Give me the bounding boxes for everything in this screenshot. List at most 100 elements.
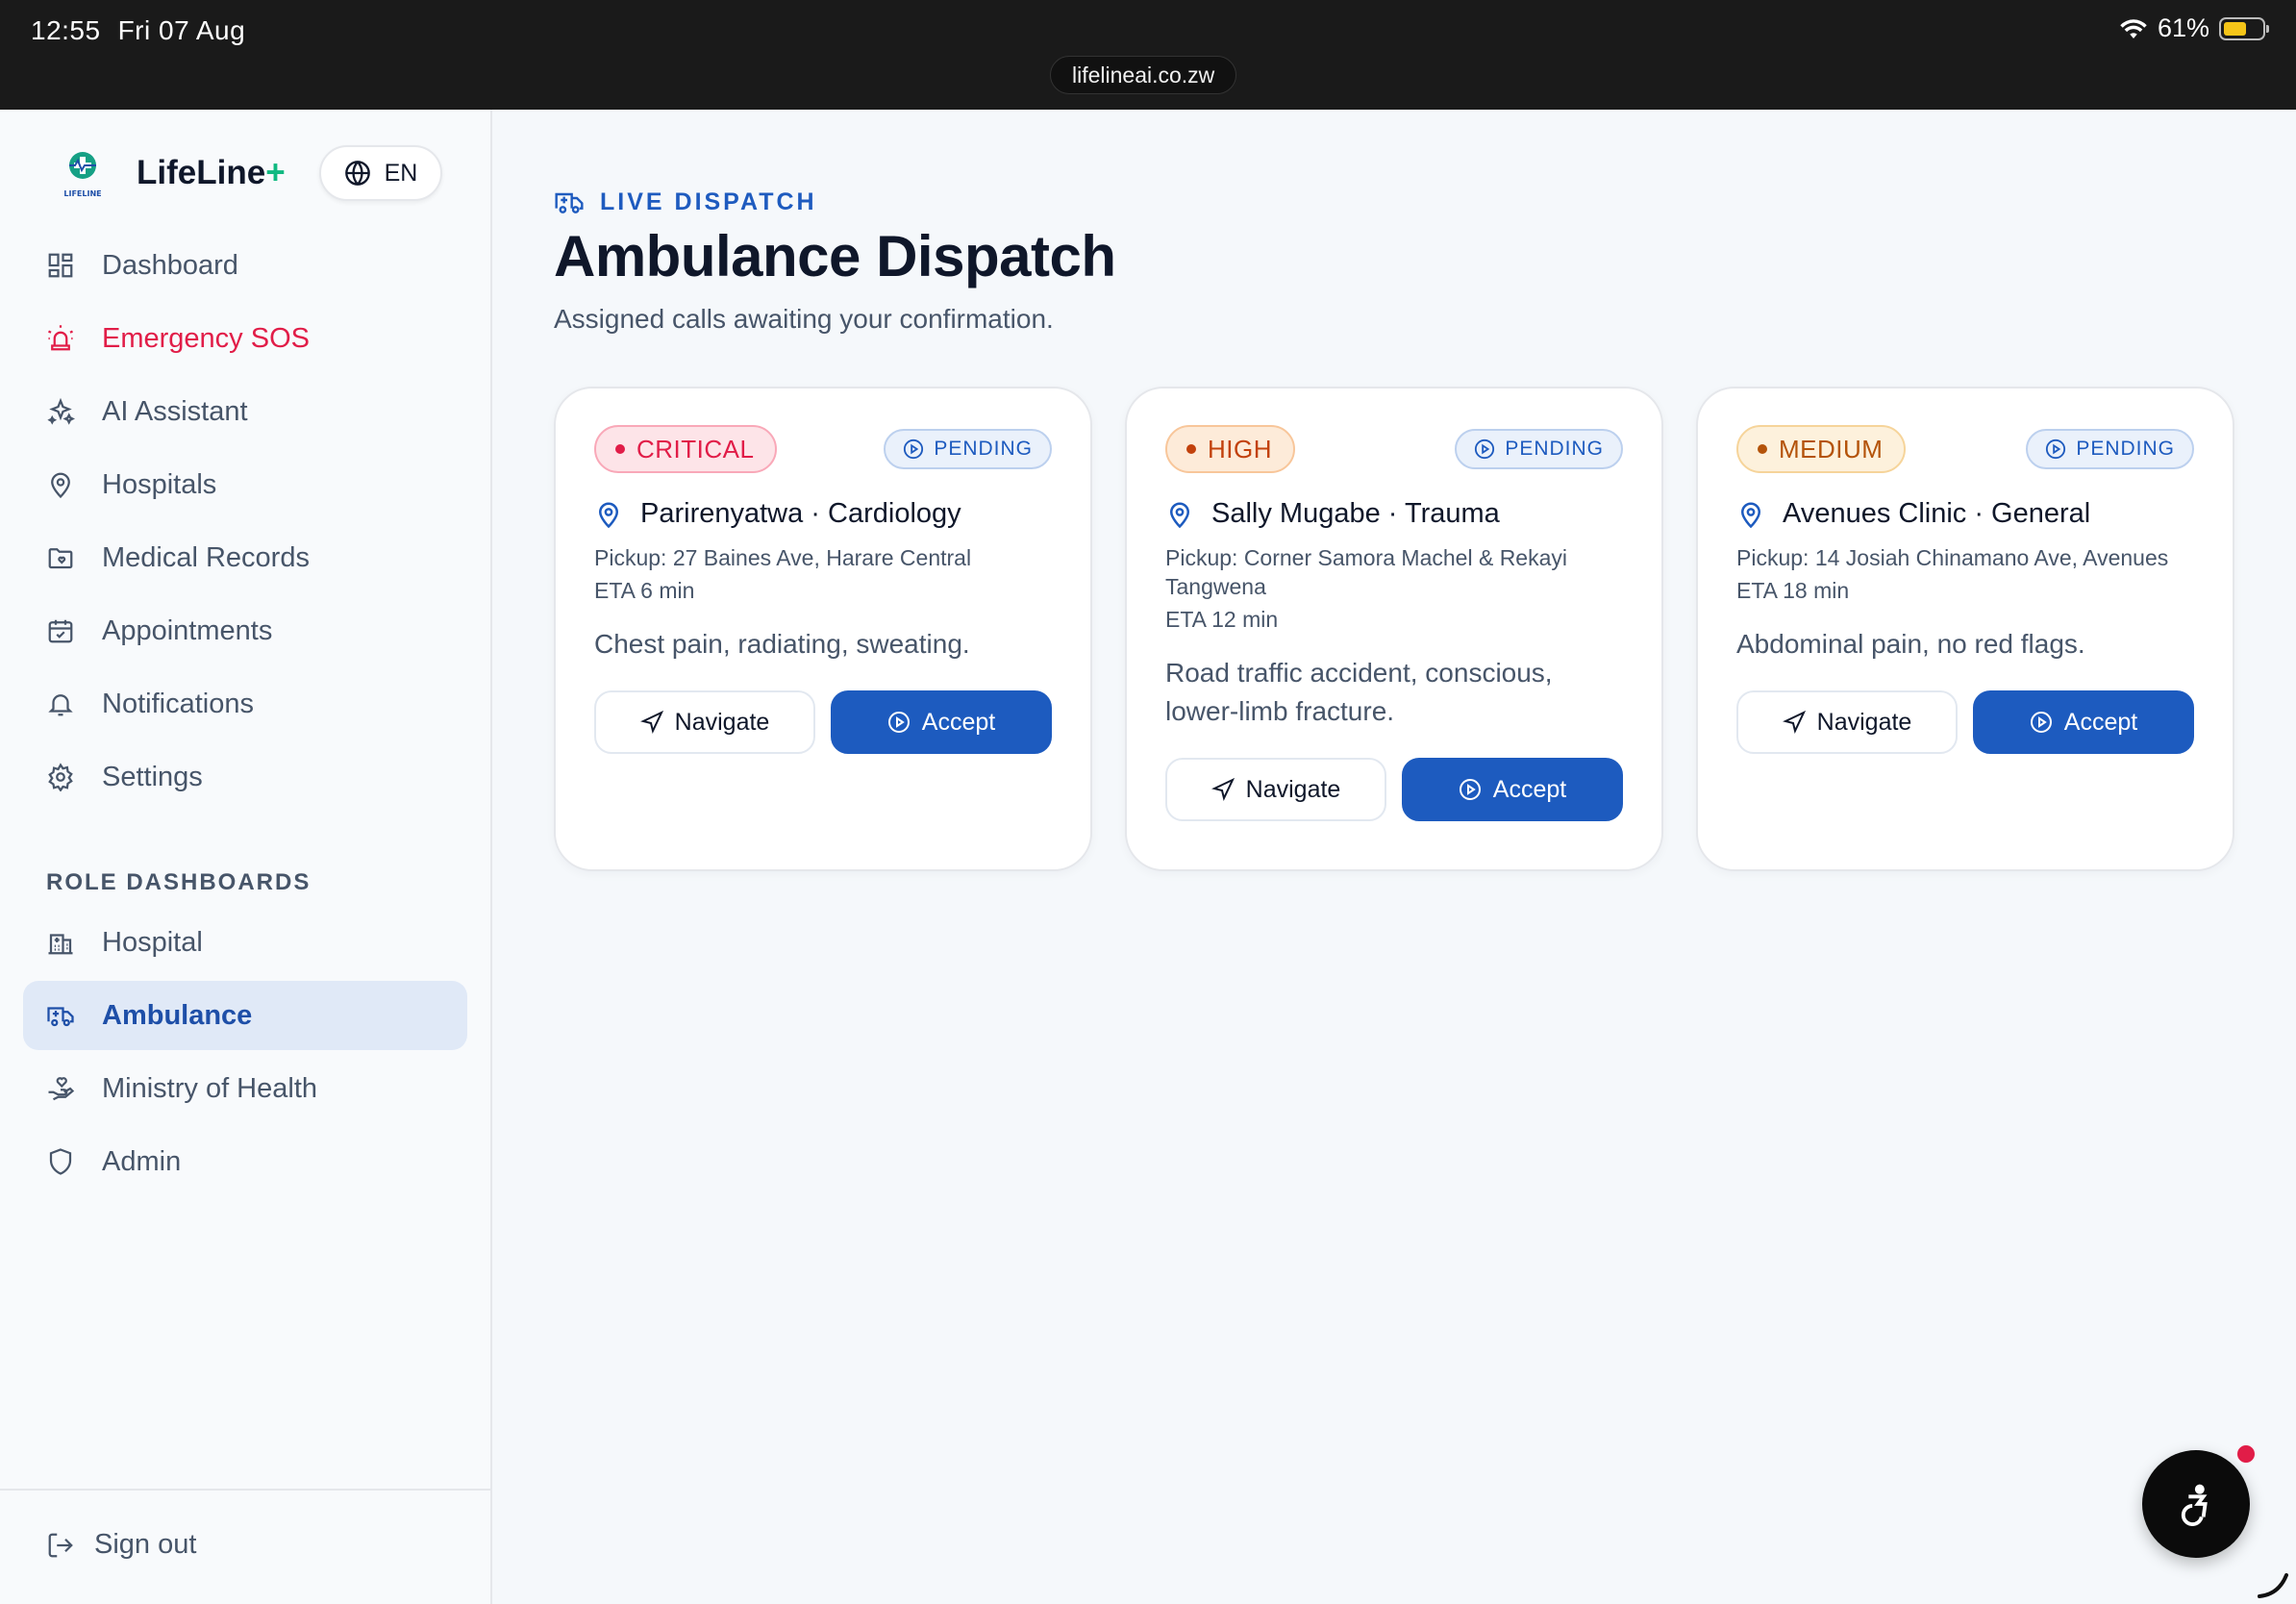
accept-button[interactable]: Accept <box>831 690 1052 754</box>
sidebar-item-label: Hospitals <box>102 468 217 500</box>
sidebar-item-label: Notifications <box>102 688 254 719</box>
main-content: LIVE DISPATCH Ambulance Dispatch Assigne… <box>492 110 2296 1604</box>
layout-grid-icon <box>48 253 73 278</box>
sidebar-item-label: Ambulance <box>102 999 253 1031</box>
battery-percent: 61% <box>2157 13 2209 42</box>
gear-icon <box>48 763 73 791</box>
ambulance-icon <box>555 192 584 213</box>
eta: ETA 18 min <box>1736 578 1850 603</box>
destination-label: Parirenyatwa · Cardiology <box>640 498 961 529</box>
navigate-button[interactable]: Navigate <box>1736 690 1958 754</box>
navigate-label: Navigate <box>1816 708 1912 736</box>
main-nav: Dashboard Emergency SOS AI Assistant Hos… <box>23 231 467 815</box>
sidebar-item-appointments[interactable]: Appointments <box>23 596 467 665</box>
map-pin-icon <box>1740 502 1761 528</box>
play-circle-icon <box>2046 439 2066 460</box>
sidebar-item-label: Medical Records <box>102 541 310 573</box>
navigation-icon <box>639 711 663 734</box>
page-subtitle: Assigned calls awaiting your confirmatio… <box>554 304 1054 334</box>
eta: ETA 6 min <box>594 578 695 603</box>
navigate-button[interactable]: Navigate <box>594 690 815 754</box>
dispatch-card: MEDIUM PENDING Avenues Clinic · General … <box>1696 387 2234 871</box>
log-out-icon <box>48 1533 73 1557</box>
pickup-address: Pickup: 27 Baines Ave, Harare Central <box>594 545 972 570</box>
sidebar-item-ministry-of-health[interactable]: Ministry of Health <box>23 1054 467 1123</box>
language-label: EN <box>384 159 418 187</box>
folder-heart-icon <box>48 548 73 569</box>
sidebar-item-label: Emergency SOS <box>102 322 310 354</box>
resize-handle-icon <box>2258 1573 2288 1598</box>
sidebar-item-label: Hospital <box>102 926 203 958</box>
sidebar-item-label: Settings <box>102 761 203 792</box>
status-bar: 12:55 Fri 07 Aug lifelineai.co.zw 61% <box>0 0 2296 110</box>
sidebar-item-admin[interactable]: Admin <box>23 1127 467 1196</box>
sidebar-item-dashboard[interactable]: Dashboard <box>23 231 467 300</box>
status-badge: PENDING <box>1455 429 1623 469</box>
call-description: Chest pain, radiating, sweating. <box>594 629 970 659</box>
address-bar[interactable]: lifelineai.co.zw <box>1050 56 1237 94</box>
battery-icon <box>2219 16 2269 40</box>
page-title: Ambulance Dispatch <box>554 224 1116 288</box>
sidebar-item-hospital[interactable]: Hospital <box>23 908 467 977</box>
eta: ETA 12 min <box>1165 607 1279 632</box>
sidebar-item-ambulance[interactable]: Ambulance <box>23 981 467 1050</box>
sparkles-icon <box>47 397 75 425</box>
severity-dot <box>615 444 625 454</box>
brand-name: LifeLine+ <box>137 154 286 192</box>
siren-icon <box>47 325 74 351</box>
sidebar-item-label: Dashboard <box>102 249 238 281</box>
navigate-label: Navigate <box>1245 775 1341 803</box>
play-circle-icon <box>1459 779 1481 800</box>
accept-label: Accept <box>1492 775 1567 803</box>
call-description: Road traffic accident, conscious, lower-… <box>1165 658 1553 726</box>
accept-button[interactable]: Accept <box>1402 758 1623 821</box>
status-indicators: 61% <box>2119 13 2269 43</box>
sidebar-item-label: AI Assistant <box>102 395 248 427</box>
sidebar-item-label: Appointments <box>102 614 273 646</box>
sidebar-item-notifications[interactable]: Notifications <box>23 669 467 739</box>
sidebar-item-settings[interactable]: Settings <box>23 742 467 812</box>
lifeline-logo: LIFELINE <box>54 144 112 202</box>
severity-label: HIGH <box>1208 434 1272 464</box>
sign-out-button[interactable]: Sign out <box>46 1529 196 1561</box>
page-eyebrow: LIVE DISPATCH <box>554 187 817 217</box>
navigate-button[interactable]: Navigate <box>1165 758 1386 821</box>
status-time: 12:55 Fri 07 Aug <box>31 15 245 46</box>
play-circle-icon <box>904 439 924 460</box>
navigation-icon <box>1210 778 1235 801</box>
wifi-icon <box>2120 18 2147 38</box>
sidebar-item-ai-assistant[interactable]: AI Assistant <box>23 377 467 446</box>
calendar-check-icon <box>48 619 73 643</box>
ambulance-icon <box>47 1007 74 1027</box>
role-dashboards-heading: ROLE DASHBOARDS <box>46 869 312 895</box>
destination-label: Sally Mugabe · Trauma <box>1211 498 1500 529</box>
map-pin-icon <box>1169 502 1190 528</box>
status-label: PENDING <box>2076 438 2175 460</box>
severity-badge: CRITICAL <box>594 425 778 473</box>
destination: Parirenyatwa · Cardiology <box>594 498 1052 530</box>
sidebar-item-emergency-sos[interactable]: Emergency SOS <box>23 304 467 373</box>
navigation-icon <box>1782 711 1806 734</box>
clock: 12:55 <box>31 15 101 45</box>
hospital-icon <box>48 934 73 955</box>
sidebar-footer: Sign out <box>0 1489 492 1604</box>
status-label: PENDING <box>1505 438 1604 460</box>
map-pin-icon <box>51 472 70 499</box>
sidebar-item-medical-records[interactable]: Medical Records <box>23 523 467 592</box>
status-badge: PENDING <box>2026 429 2194 469</box>
sidebar-item-hospitals[interactable]: Hospitals <box>23 450 467 519</box>
play-circle-icon <box>887 712 910 733</box>
navigate-label: Navigate <box>674 708 770 736</box>
accept-button[interactable]: Accept <box>1973 690 2194 754</box>
dispatch-card: HIGH PENDING Sally Mugabe · Trauma Picku… <box>1125 387 1663 871</box>
language-button[interactable]: EN <box>319 145 442 201</box>
severity-badge: HIGH <box>1165 425 1295 473</box>
role-nav: Hospital Ambulance Ministry of Health Ad… <box>23 908 467 1200</box>
sidebar-item-label: Admin <box>102 1145 182 1177</box>
severity-badge: MEDIUM <box>1736 425 1907 473</box>
accessibility-button[interactable] <box>2142 1450 2250 1558</box>
severity-label: CRITICAL <box>636 434 755 464</box>
notification-dot <box>2234 1442 2258 1466</box>
destination: Sally Mugabe · Trauma <box>1165 498 1623 530</box>
brand[interactable]: LIFELINE LifeLine+ <box>54 144 286 202</box>
